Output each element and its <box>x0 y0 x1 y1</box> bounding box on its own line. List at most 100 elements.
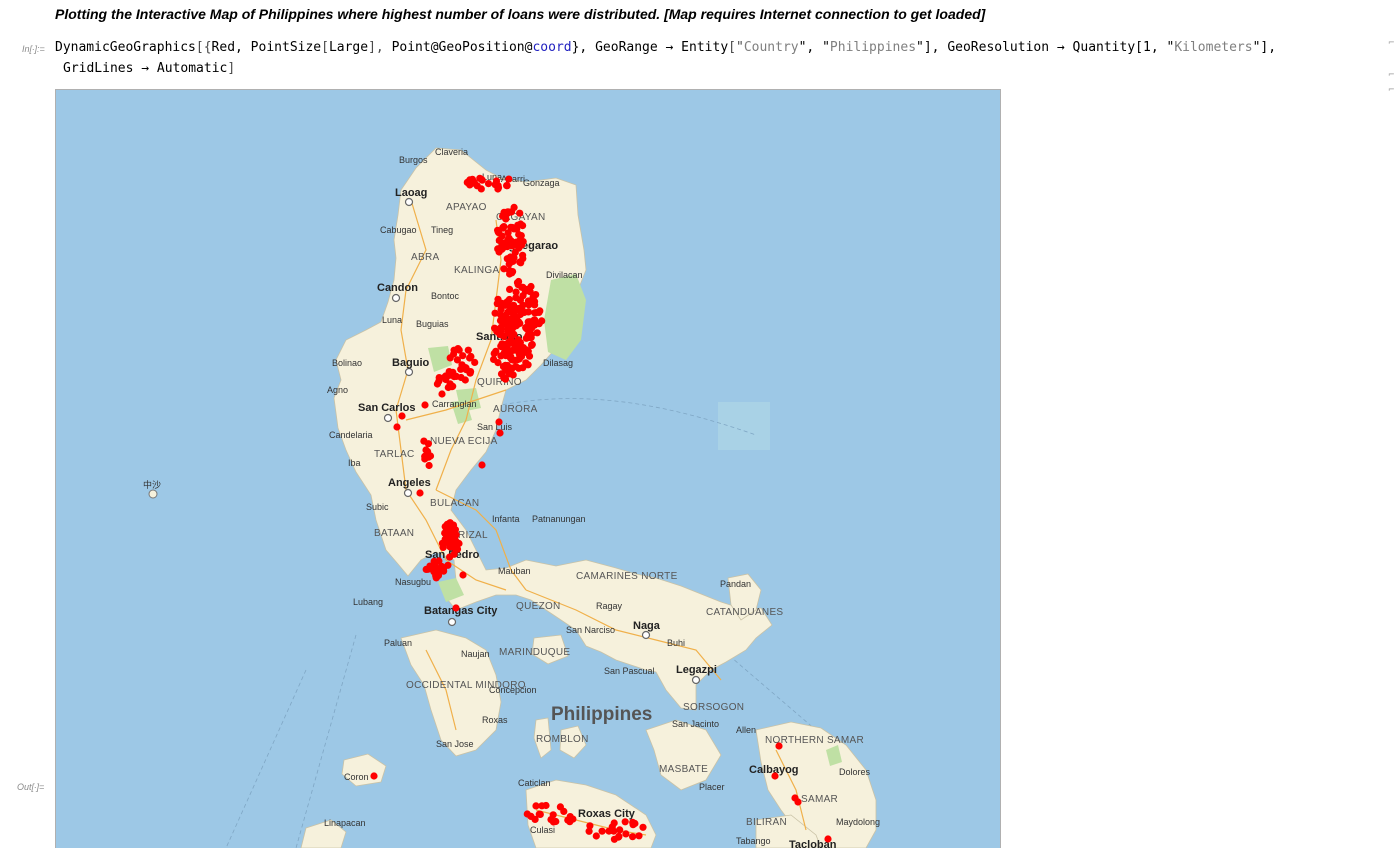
loan-point <box>497 370 506 378</box>
loan-point <box>446 380 454 388</box>
place-label: Roxas City <box>578 808 636 820</box>
angeles-marker <box>403 488 413 498</box>
place-label: ABRA <box>411 252 439 263</box>
loan-point <box>616 826 624 834</box>
batangas-marker <box>447 617 457 627</box>
place-label: APAYAO <box>446 202 487 213</box>
loan-point <box>513 313 521 321</box>
loan-point <box>491 309 499 317</box>
loan-point <box>531 297 539 306</box>
place-label: Ragay <box>596 601 623 611</box>
loan-point <box>446 519 454 527</box>
place-label: San Jacinto <box>672 719 719 729</box>
loan-point <box>478 461 486 469</box>
place-label: Angeles <box>388 477 431 489</box>
loan-point <box>510 254 518 262</box>
legazpi-marker <box>691 675 701 685</box>
loan-point <box>610 827 618 835</box>
loan-point <box>494 184 503 192</box>
loan-point <box>514 221 522 229</box>
loan-point <box>775 742 783 750</box>
loan-point <box>621 818 629 826</box>
place-label: NUEVA ECIJA <box>430 436 498 447</box>
loan-point <box>490 349 498 358</box>
loan-point <box>496 429 504 437</box>
cell-bracket-icon[interactable]: ⌐ <box>1388 70 1394 79</box>
code-token: GridLines → Automatic <box>63 61 228 76</box>
geo-map[interactable]: Claveria Burgos Luna Aparri Gonzaga Laoag APAY… <box>55 89 1001 848</box>
place-label: Maydolong <box>836 817 880 827</box>
cell-bracket-icon[interactable]: ⌐ <box>1388 38 1394 47</box>
loan-point <box>497 302 506 310</box>
loan-point <box>629 818 637 827</box>
place-label: Subic <box>366 502 389 512</box>
loan-point <box>425 461 433 470</box>
loan-point <box>502 314 510 322</box>
place-label: Coron <box>344 772 369 782</box>
loan-point <box>592 832 600 840</box>
loan-point <box>516 341 524 349</box>
loan-point <box>524 308 532 316</box>
loan-point <box>512 294 520 302</box>
loan-point <box>459 571 467 579</box>
place-label: Candelaria <box>329 430 373 440</box>
place-label: San Pascual <box>604 666 655 676</box>
place-label: Naujan <box>461 649 490 659</box>
code-token: "], <box>1252 40 1277 55</box>
code-token: Red, PointSize <box>211 40 322 55</box>
loan-point <box>514 356 522 364</box>
place-label: SAMAR <box>801 794 838 805</box>
place-label: SORSOGON <box>683 702 744 713</box>
loan-point <box>510 203 518 211</box>
code-token: }, GeoRange → Entity <box>571 40 729 55</box>
loan-point <box>505 370 513 378</box>
code-string: Kilometers <box>1174 40 1253 55</box>
loan-point <box>450 346 458 354</box>
input-code-line-2[interactable]: GridLines → Automatic] <box>63 61 235 76</box>
place-label: TARLAC <box>374 449 415 460</box>
place-label: Legazpi <box>676 664 717 676</box>
loan-point <box>473 182 481 190</box>
loan-point <box>464 346 472 354</box>
loan-point <box>494 359 502 367</box>
place-label: Caticlan <box>518 778 551 788</box>
loan-point <box>505 175 513 183</box>
loan-point <box>516 209 524 217</box>
place-label: Baguio <box>392 357 430 369</box>
loan-point <box>639 823 647 831</box>
cell-bracket-icon[interactable]: ⌐ <box>1388 85 1394 94</box>
code-string: Philippines <box>829 40 917 55</box>
place-label: BATAAN <box>374 528 414 539</box>
input-code-line-1[interactable]: DynamicGeoGraphics[{Red, PointSize[Large… <box>55 40 1276 55</box>
code-token: Point@GeoPosition@ <box>391 40 533 55</box>
loan-point <box>494 245 502 253</box>
loan-point <box>450 525 458 534</box>
place-label: Gonzaga <box>523 178 560 188</box>
loan-point <box>635 832 643 840</box>
place-label: Candon <box>377 282 418 294</box>
place-label: Linapacan <box>324 818 366 828</box>
code-variable: coord <box>532 40 572 55</box>
loan-point <box>517 259 525 267</box>
loan-point <box>794 798 802 806</box>
code-token: Large <box>328 40 369 55</box>
loan-point <box>422 446 430 454</box>
loan-point <box>500 265 508 273</box>
loan-point <box>398 412 406 420</box>
loan-point <box>519 251 527 259</box>
loan-point <box>524 361 532 369</box>
place-label: San Carlos <box>358 402 415 414</box>
loan-point <box>370 772 378 780</box>
loan-point <box>462 366 470 374</box>
code-token: DynamicGeoGraphics <box>55 40 196 55</box>
loan-point <box>433 380 441 388</box>
loan-point <box>513 279 522 287</box>
loan-point <box>393 423 401 431</box>
loan-point <box>452 604 460 612</box>
baguio-marker <box>404 367 414 377</box>
shoal <box>718 402 770 450</box>
loan-point <box>437 562 446 570</box>
place-label: Mauban <box>498 566 531 576</box>
map-canvas[interactable]: Claveria Burgos Luna AparriGonzaga Laoag APAY… <box>56 90 1000 848</box>
scarborough-shoal <box>148 489 158 499</box>
